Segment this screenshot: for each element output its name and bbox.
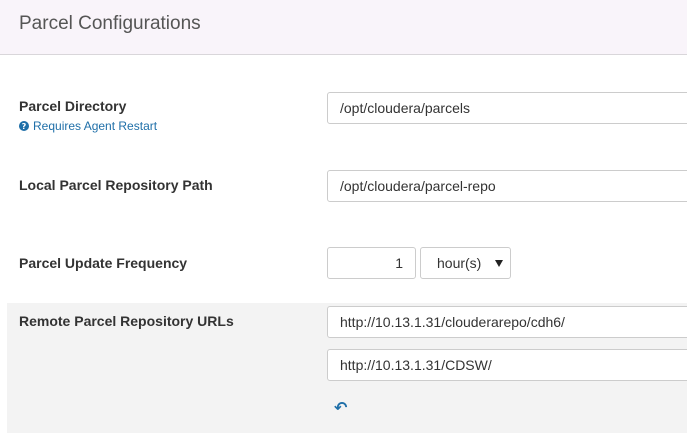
local-repo-path-label: Local Parcel Repository Path [19,177,213,193]
undo-arrow-icon[interactable]: ↶ [334,398,347,417]
parcel-directory-label: Parcel Directory [19,98,127,114]
local-repo-path-input[interactable]: /opt/cloudera/parcel-repo [327,170,687,202]
requires-agent-restart-link[interactable]: ? Requires Agent Restart [19,119,157,133]
remote-url-input[interactable]: http://10.13.1.31/CDSW/ [327,349,687,381]
remote-urls-label: Remote Parcel Repository URLs [19,313,234,329]
page-header: Parcel Configurations [0,0,687,55]
page-title: Parcel Configurations [19,13,201,34]
update-frequency-unit-select[interactable]: hour(s) [420,247,511,279]
remote-url-input[interactable]: http://10.13.1.31/clouderarepo/cdh6/ [327,306,687,338]
hint-text: Requires Agent Restart [33,119,158,133]
question-circle-icon: ? [19,121,29,131]
chevron-down-icon [495,260,503,267]
unit-selected-value: hour(s) [437,255,482,271]
update-frequency-label: Parcel Update Frequency [19,255,188,271]
parcel-directory-input[interactable]: /opt/cloudera/parcels [327,92,687,124]
update-frequency-input[interactable]: 1 [327,247,416,279]
